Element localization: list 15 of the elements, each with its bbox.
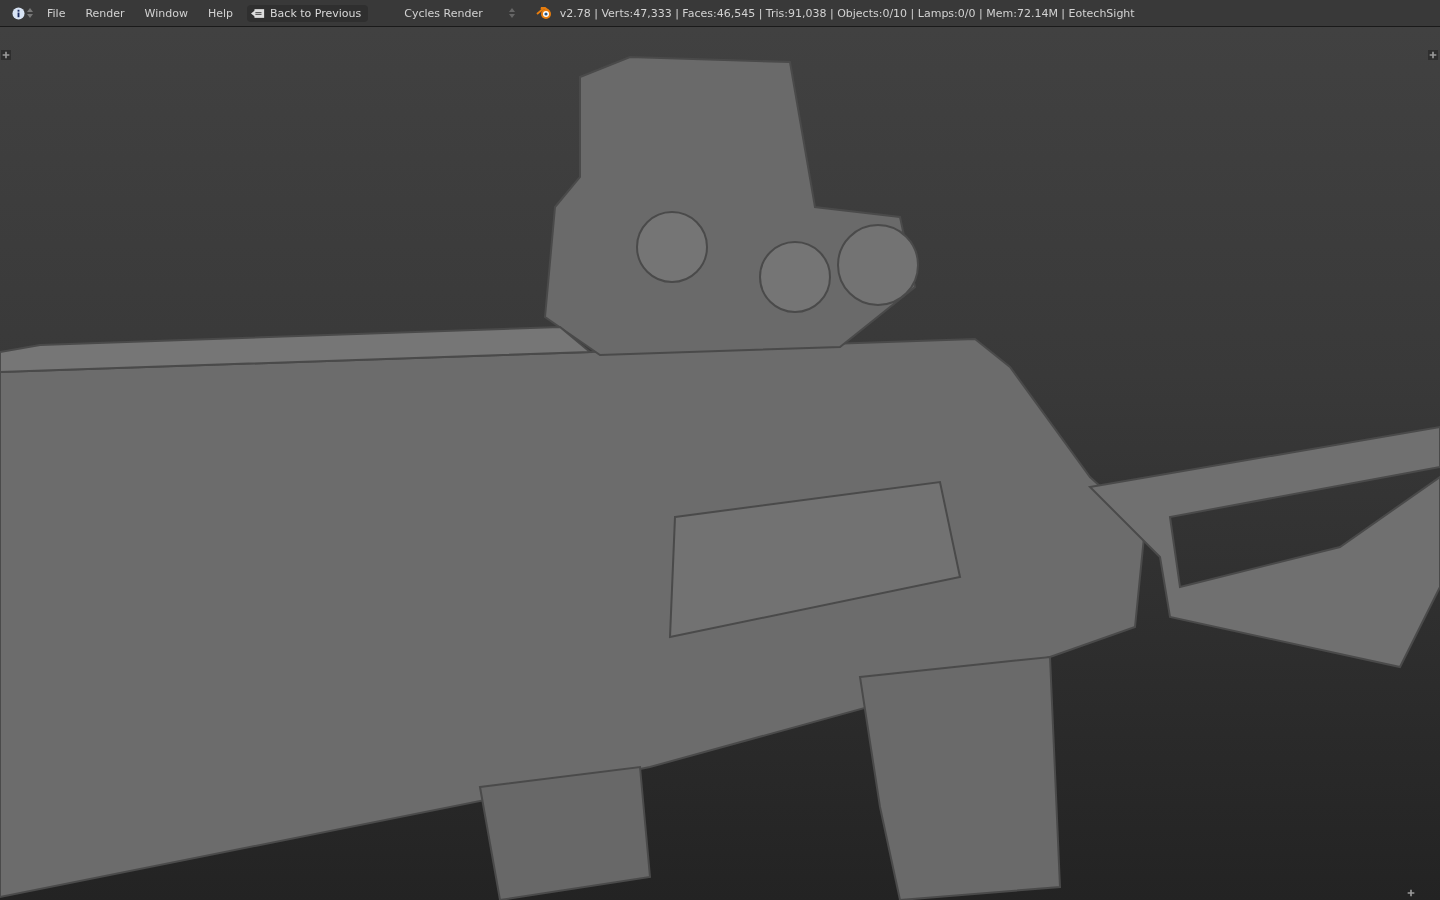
plus-icon[interactable] (1, 50, 11, 60)
render-engine-dropdown[interactable]: Cycles Render (404, 6, 515, 20)
info-icon (12, 6, 25, 20)
menu-item[interactable]: Help (207, 6, 234, 20)
plus-icon[interactable] (1428, 50, 1438, 60)
back-to-previous-button[interactable]: Back to Previous (247, 4, 369, 22)
menu-item[interactable]: Window (144, 6, 188, 20)
scene-statistics: v2.78 | Verts:47,333 | Faces:46,545 | Tris:91,038 | Objects:0/10 | Lamps:0/0 | Mem:72.14M | EotechSight (559, 6, 1135, 20)
editor-type-selector[interactable] (12, 6, 33, 20)
up-down-arrows-icon (27, 7, 33, 19)
logo-icon (535, 6, 552, 20)
plus-icon[interactable] (1406, 888, 1416, 898)
menu-item[interactable]: Render (85, 6, 125, 20)
menu-item[interactable]: File (47, 6, 66, 20)
up-down-arrows-icon (508, 7, 515, 19)
